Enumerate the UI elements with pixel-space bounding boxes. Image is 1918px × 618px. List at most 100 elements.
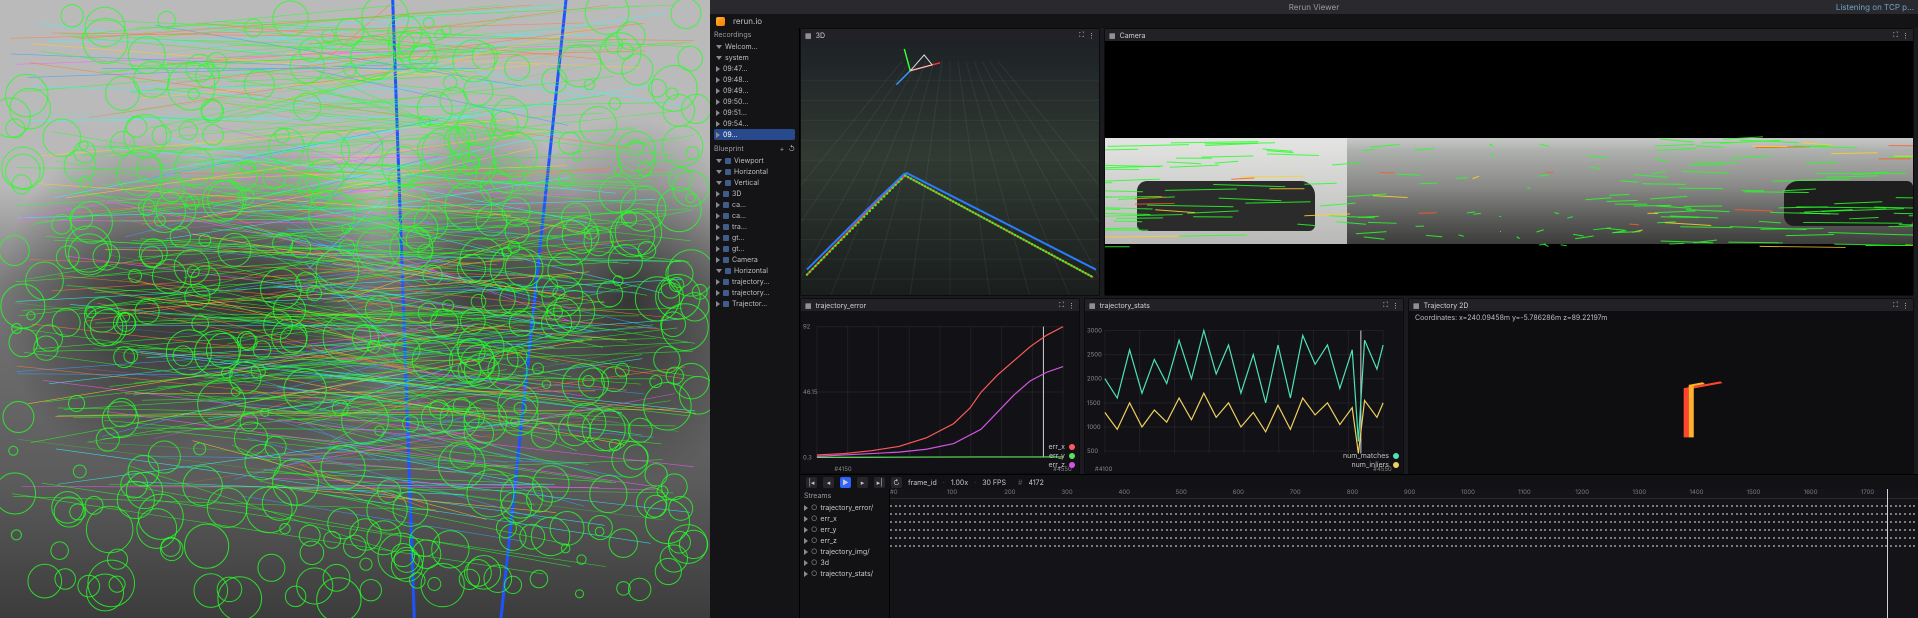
blueprint-item[interactable]: Horizontal [714, 265, 795, 276]
skip-end-button[interactable]: ▸| [874, 477, 885, 488]
blueprint-sidebar[interactable]: Recordings Welcom…system09:47…09:48…09:4… [710, 28, 800, 618]
streams-heading: Streams [804, 491, 885, 500]
recording-item[interactable]: Welcom… [714, 41, 795, 52]
blueprint-item[interactable]: Horizontal [714, 166, 795, 177]
svg-text:1500: 1500 [1087, 400, 1101, 407]
panel-trajectory-2d[interactable]: ▦ Trajectory 2D ⛶ ⋮ Coordinates: x=240.0… [1408, 298, 1914, 474]
panel-traj2d-title: Trajectory 2D [1424, 301, 1469, 310]
recording-item[interactable]: 09… [714, 129, 795, 140]
recording-item[interactable]: 09:54… [714, 118, 795, 129]
panel-camera-title: Camera [1120, 31, 1146, 40]
svg-text:2000: 2000 [1087, 376, 1102, 383]
stream-item[interactable]: ○trajectory_error/ [804, 502, 885, 513]
menubar[interactable]: rerun.io [710, 14, 1918, 28]
timeline-streams-list[interactable]: Streams ○trajectory_error/○err_x○err_y○e… [800, 489, 890, 618]
window-title: Rerun Viewer [1289, 2, 1339, 12]
blueprint-item[interactable]: Viewport [714, 155, 795, 166]
stream-item[interactable]: ○3d [804, 557, 885, 568]
recording-item[interactable]: 09:47… [714, 63, 795, 74]
trajectory-2d-coords: Coordinates: x=240.09458m y=-5.786286m z… [1415, 313, 1607, 322]
rerun-logo-icon [716, 17, 725, 26]
stream-item[interactable]: ○err_z [804, 535, 885, 546]
panel-3d[interactable]: ▦ 3D ⛶ ⋮ [800, 28, 1100, 296]
svg-text:92: 92 [803, 324, 811, 331]
recording-item[interactable]: system [714, 52, 795, 63]
blueprint-item[interactable]: Camera [714, 254, 795, 265]
chart-icon: ▦ [1413, 301, 1420, 310]
blueprint-heading: Blueprint [714, 144, 744, 153]
trajectory-error-plot[interactable]: 0.346.1592#4150#4550 [801, 311, 1079, 473]
panel-camera[interactable]: ▦ Camera ⛶ ⋮ [1104, 28, 1914, 296]
play-button[interactable]: ▶ [840, 477, 851, 488]
blueprint-item[interactable]: ca… [714, 199, 795, 210]
timeline-frame-value[interactable]: 4172 [1028, 478, 1043, 487]
view3d-canvas[interactable] [801, 41, 1099, 295]
blueprint-item[interactable]: ca… [714, 210, 795, 221]
svg-text:#4100: #4100 [1095, 466, 1113, 473]
timeline-toolbar[interactable]: |◂ ◂ ▶ ▸ ▸| ↻ frame_id · 1.00x · 30 FPS … [800, 475, 1918, 489]
svg-text:2500: 2500 [1087, 352, 1102, 359]
blueprint-item[interactable]: gt… [714, 243, 795, 254]
trajectory-stats-legend: num_matchesnum_inliers [1343, 451, 1399, 469]
recording-item[interactable]: 09:51… [714, 107, 795, 118]
trajectory-stats-plot[interactable]: 50010001500200025003000#4100#4550 [1085, 311, 1403, 473]
recording-item[interactable]: 09:50… [714, 96, 795, 107]
feature-match-overlay [0, 0, 710, 618]
blueprint-item[interactable]: trajectory… [714, 287, 795, 298]
skip-start-button[interactable]: |◂ [806, 477, 817, 488]
panel-traj-error-title: trajectory_error [816, 301, 867, 310]
maximize-icon[interactable]: ⛶ [1893, 300, 1898, 310]
window-titlebar: Rerun Viewer Listening on TCP p… [710, 0, 1918, 14]
stream-item[interactable]: ○err_x [804, 513, 885, 524]
stream-item[interactable]: ○err_y [804, 524, 885, 535]
recording-item[interactable]: 09:48… [714, 74, 795, 85]
maximize-icon[interactable]: ⛶ [1079, 30, 1084, 40]
camera-icon: ▦ [1109, 31, 1116, 40]
svg-text:1000: 1000 [1087, 424, 1101, 431]
recordings-heading: Recordings [714, 30, 795, 39]
stream-item[interactable]: ○trajectory_stats/ [804, 568, 885, 579]
timeline-frame-label[interactable]: frame_id [908, 478, 937, 487]
blueprint-item[interactable]: tra… [714, 221, 795, 232]
timeline-ruler[interactable]: #010020030040050060070080090010001100120… [890, 489, 1918, 499]
maximize-icon[interactable]: ⛶ [1059, 300, 1064, 310]
loop-button[interactable]: ↻ [891, 477, 902, 488]
more-icon[interactable]: ⋮ [1068, 301, 1075, 310]
stream-item[interactable]: ○trajectory_img/ [804, 546, 885, 557]
prev-frame-button[interactable]: ◂ [823, 477, 834, 488]
more-icon[interactable]: ⋮ [1088, 31, 1095, 40]
panel-trajectory-stats[interactable]: ▦ trajectory_stats ⛶ ⋮ 50010001500200025… [1084, 298, 1404, 474]
optical-flow-overlay [1105, 41, 1913, 295]
blueprint-item[interactable]: Vertical [714, 177, 795, 188]
timeline-speed[interactable]: 1.00x [951, 478, 968, 487]
more-icon[interactable]: ⋮ [1902, 301, 1909, 310]
camera-viewport[interactable] [1105, 41, 1913, 295]
chart-icon: ▦ [805, 301, 812, 310]
svg-text:#4150: #4150 [834, 466, 852, 473]
timeline-canvas[interactable]: #010020030040050060070080090010001100120… [890, 489, 1918, 618]
maximize-icon[interactable]: ⛶ [1383, 300, 1388, 310]
blueprint-item[interactable]: trajectory… [714, 276, 795, 287]
blueprint-item[interactable]: Trajector… [714, 298, 795, 309]
next-frame-button[interactable]: ▸ [857, 477, 868, 488]
panel-traj-stats-title: trajectory_stats [1100, 301, 1150, 310]
timeline-cursor[interactable] [1887, 489, 1888, 618]
blueprint-item[interactable]: 3D [714, 188, 795, 199]
feature-matching-pane [0, 0, 710, 618]
maximize-icon[interactable]: ⛶ [1893, 30, 1898, 40]
trajectory-error-legend: err_xerr_yerr_z [1048, 442, 1075, 469]
more-icon[interactable]: ⋮ [1392, 301, 1399, 310]
recording-item[interactable]: 09:49… [714, 85, 795, 96]
chart-icon: ▦ [1089, 301, 1096, 310]
brand-label: rerun.io [733, 16, 762, 26]
svg-text:3000: 3000 [1087, 328, 1102, 335]
timeline-fps[interactable]: 30 FPS [982, 478, 1006, 487]
trajectory-2d-plot[interactable] [1409, 311, 1913, 473]
blueprint-item[interactable]: gt… [714, 232, 795, 243]
panel-trajectory-error[interactable]: ▦ trajectory_error ⛶ ⋮ 0.346.1592#4150#4… [800, 298, 1080, 474]
add-icon[interactable]: + [780, 144, 785, 153]
timeline[interactable]: |◂ ◂ ▶ ▸ ▸| ↻ frame_id · 1.00x · 30 FPS … [800, 474, 1918, 618]
reset-icon[interactable]: ↺ [788, 144, 795, 153]
more-icon[interactable]: ⋮ [1902, 31, 1909, 40]
connection-status: Listening on TCP p… [1836, 2, 1914, 12]
